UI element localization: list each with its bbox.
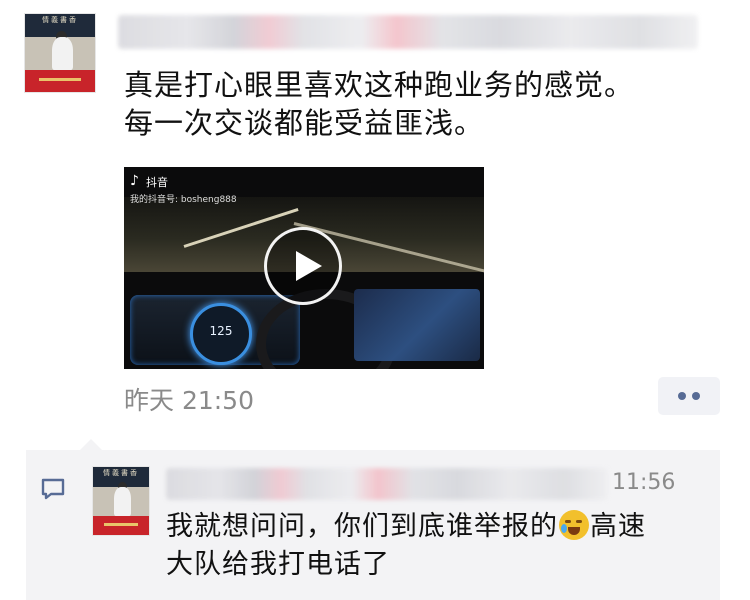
post-text-line-2: 每一次交谈都能受益匪浅。 xyxy=(124,106,485,140)
video-watermark-app: 抖音 xyxy=(146,176,168,189)
comment-avatar-caption: 情義書香 xyxy=(103,469,139,477)
more-actions-button[interactable] xyxy=(658,377,720,415)
video-watermark-id: 我的抖音号: bosheng888 xyxy=(130,195,237,205)
post-time: 昨天 21:50 xyxy=(124,386,254,415)
post-author-name-blurred[interactable] xyxy=(118,15,698,49)
comment-text-part-2: 高速 xyxy=(590,511,646,542)
ellipsis-icon xyxy=(678,392,686,400)
video-thumbnail[interactable]: 125 ♪ 抖音 我的抖音号: bosheng888 xyxy=(124,167,484,369)
commenter-name-blurred[interactable] xyxy=(166,468,608,500)
comment-avatar[interactable]: 情義書香 xyxy=(92,466,150,536)
crying-face-emoji-icon xyxy=(559,510,589,540)
comment-icon xyxy=(41,478,65,500)
comment-text-part-1: 我就想问问，你们到底谁举报的 xyxy=(166,511,558,542)
post-text-line-1: 真是打心眼里喜欢这种跑业务的感觉。 xyxy=(124,68,635,102)
play-icon[interactable] xyxy=(264,227,342,305)
avatar-caption: 情義書香 xyxy=(42,16,78,24)
douyin-logo-icon: ♪ xyxy=(130,173,139,189)
comment-text-line-2: 大队给我打电话了 xyxy=(166,549,390,580)
comment-time: 11:56 xyxy=(612,470,676,495)
post-text: 真是打心眼里喜欢这种跑业务的感觉。 每一次交谈都能受益匪浅。 xyxy=(124,66,714,142)
video-nav-screen xyxy=(354,289,480,361)
speed-gauge: 125 xyxy=(190,303,252,365)
post-avatar[interactable]: 情義書香 xyxy=(24,13,96,93)
comment-text[interactable]: 我就想问问，你们到底谁举报的 高速 大队给我打电话了 xyxy=(166,508,706,584)
comment-text-line-1: 我就想问问，你们到底谁举报的 高速 xyxy=(166,508,706,546)
speed-value: 125 xyxy=(209,324,233,338)
